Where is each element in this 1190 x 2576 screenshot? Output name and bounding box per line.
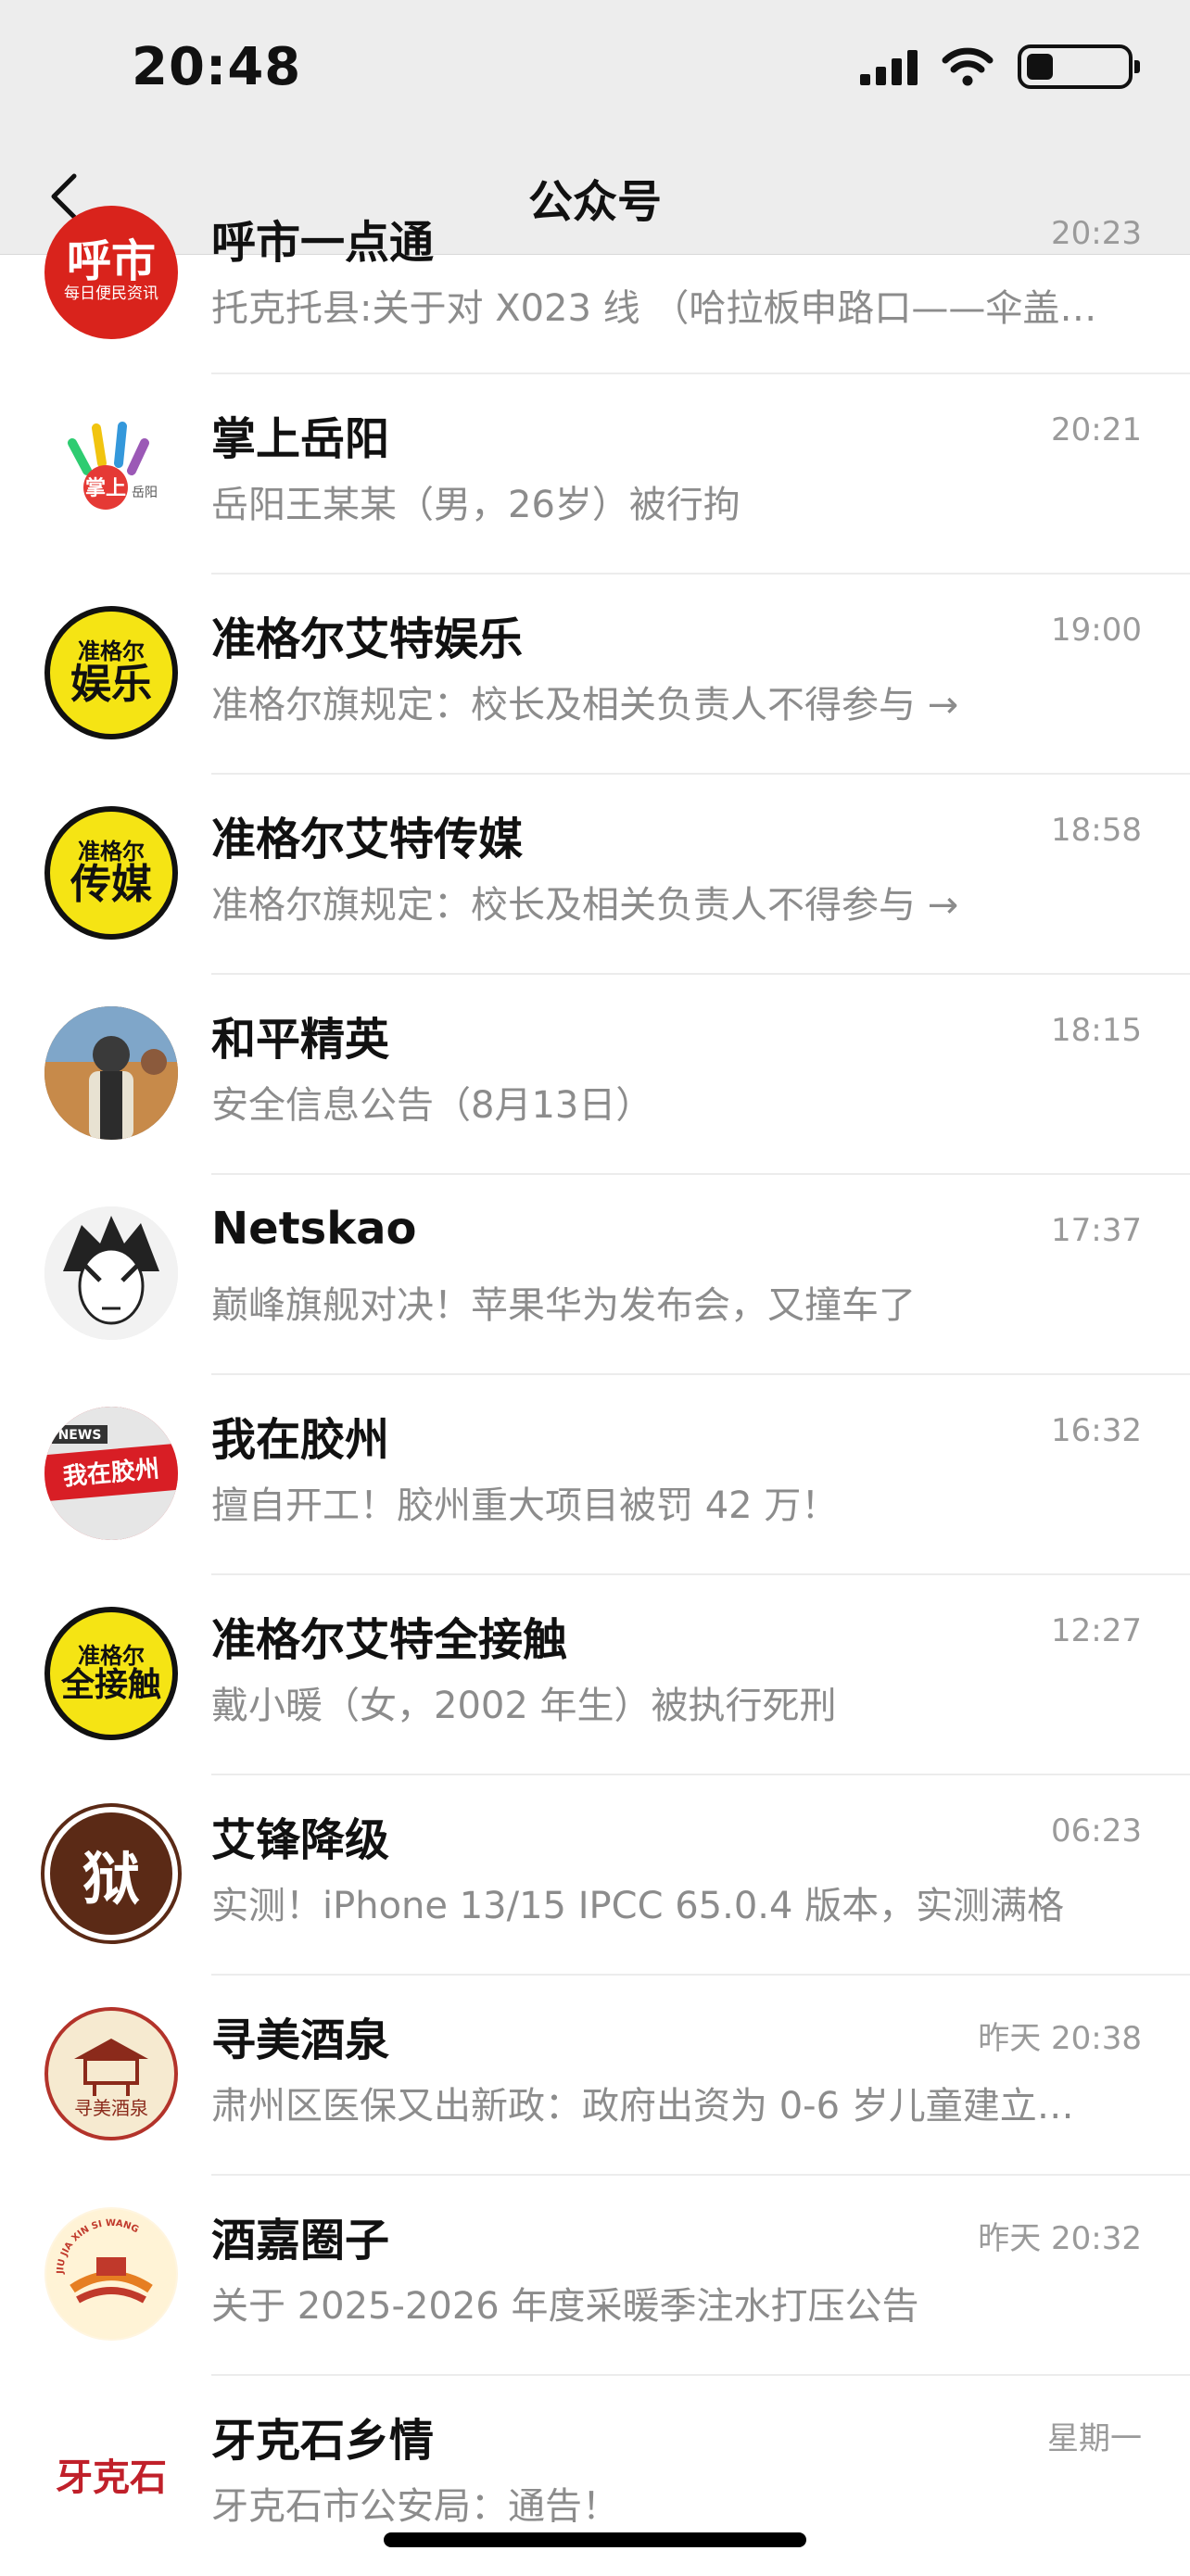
game-character-icon <box>44 1006 178 1140</box>
account-name: Netskao <box>211 1203 417 1255</box>
message-preview: 肃州区医保又出新政：政府出资为 0-6 岁儿童建立… <box>211 2085 1074 2128</box>
avatar <box>44 1006 178 1140</box>
list-item[interactable]: NEWS 我在胶州 我在胶州 16:32 擅自开工！胶州重大项目被罚 42 万！ <box>0 1375 1190 1575</box>
message-time: 18:58 <box>1051 812 1142 849</box>
status-time: 20:48 <box>132 37 302 97</box>
account-name: 掌上岳阳 <box>211 413 390 465</box>
message-preview: 安全信息公告（8月13日） <box>211 1084 653 1127</box>
account-name: 酒嘉圈子 <box>211 2215 390 2267</box>
account-name: 和平精英 <box>211 1014 390 1066</box>
home-indicator[interactable] <box>384 2532 806 2547</box>
account-name: 准格尔艾特娱乐 <box>211 613 524 665</box>
message-preview: 实测！iPhone 13/15 IPCC 65.0.4 版本，实测满格 <box>211 1885 1065 1927</box>
message-preview: 戴小暖（女，2002 年生）被执行死刑 <box>211 1685 837 1727</box>
avatar: 掌上 岳阳 <box>44 406 178 539</box>
avatar: 准格尔 传媒 <box>44 806 178 940</box>
message-time: 19:00 <box>1051 612 1142 649</box>
avatar: NEWS 我在胶州 <box>44 1407 178 1540</box>
list-item[interactable]: 掌上 岳阳 掌上岳阳 20:21 岳阳王某某（男，26岁）被行拘 <box>0 374 1190 575</box>
message-time: 18:15 <box>1051 1012 1142 1049</box>
account-name: 寻美酒泉 <box>211 2014 390 2066</box>
message-time: 20:23 <box>1051 215 1142 252</box>
account-name: 准格尔艾特全接触 <box>211 1614 568 1666</box>
avatar: 狱 <box>44 1807 178 1940</box>
message-time: 16:32 <box>1051 1412 1142 1449</box>
message-preview: 岳阳王某某（男，26岁）被行拘 <box>211 484 741 526</box>
account-name: 牙克石乡情 <box>211 2415 435 2467</box>
avatar: 准格尔 娱乐 <box>44 606 178 739</box>
message-preview: 准格尔旗规定：校长及相关负责人不得参与 → <box>211 884 959 927</box>
status-bar: 20:48 <box>0 0 1190 139</box>
list-item[interactable]: JIU JIA XIN SI WANG 酒嘉圈子 昨天 20:32 关于 202… <box>0 2176 1190 2376</box>
avatar: JIU JIA XIN SI WANG <box>44 2207 178 2341</box>
avatar: 呼市 每日便民资讯 <box>44 206 178 339</box>
great-wall-logo-icon: JIU JIA XIN SI WANG <box>46 2209 176 2339</box>
svg-text:掌上: 掌上 <box>85 477 126 500</box>
message-time: 20:21 <box>1051 411 1142 448</box>
news-logo-icon: NEWS 我在胶州 <box>44 1407 178 1540</box>
avatar: 准格尔 全接触 <box>44 1607 178 1740</box>
avatar <box>44 1206 178 1340</box>
wifi-icon <box>942 47 994 86</box>
message-preview: 准格尔旗规定：校长及相关负责人不得参与 → <box>211 684 959 726</box>
message-preview: 擅自开工！胶州重大项目被罚 42 万！ <box>211 1484 839 1527</box>
list-item[interactable]: 狱 艾锋降级 06:23 实测！iPhone 13/15 IPCC 65.0.4… <box>0 1775 1190 1976</box>
official-accounts-list: 呼市 每日便民资讯 呼市一点通 20:23 托克托县:关于对 X023 线 （哈… <box>0 206 1190 2576</box>
list-item[interactable]: 准格尔 娱乐 准格尔艾特娱乐 19:00 准格尔旗规定：校长及相关负责人不得参与… <box>0 575 1190 775</box>
status-icons <box>860 44 1140 89</box>
message-preview: 托克托县:关于对 X023 线 （哈拉板申路口——伞盖… <box>211 287 1097 330</box>
list-item[interactable]: 准格尔 传媒 准格尔艾特传媒 18:58 准格尔旗规定：校长及相关负责人不得参与… <box>0 775 1190 975</box>
message-time: 昨天 20:32 <box>978 2220 1142 2257</box>
message-preview: 关于 2025-2026 年度采暖季注水打压公告 <box>211 2285 919 2328</box>
list-item[interactable]: 寻美酒泉 寻美酒泉 昨天 20:38 肃州区医保又出新政：政府出资为 0-6 岁… <box>0 1976 1190 2176</box>
list-item[interactable]: 准格尔 全接触 准格尔艾特全接触 12:27 戴小暖（女，2002 年生）被执行… <box>0 1575 1190 1775</box>
account-name: 我在胶州 <box>211 1414 390 1466</box>
avatar: 牙克石 <box>44 2407 178 2541</box>
account-name: 艾锋降级 <box>211 1814 390 1866</box>
message-preview: 牙克石市公安局：通告！ <box>211 2485 619 2528</box>
message-time: 12:27 <box>1051 1612 1142 1649</box>
pavilion-logo-icon: 寻美酒泉 <box>74 2039 148 2119</box>
avatar: 寻美酒泉 <box>44 2007 178 2140</box>
list-item[interactable]: Netskao 17:37 巅峰旗舰对决！苹果华为发布会，又撞车了 <box>0 1175 1190 1375</box>
list-item[interactable]: 呼市 每日便民资讯 呼市一点通 20:23 托克托县:关于对 X023 线 （哈… <box>0 206 1190 374</box>
account-name: 准格尔艾特传媒 <box>211 814 524 865</box>
list-item[interactable]: 和平精英 18:15 安全信息公告（8月13日） <box>0 975 1190 1175</box>
svg-text:NEWS: NEWS <box>58 1428 102 1443</box>
message-time: 17:37 <box>1051 1212 1142 1249</box>
manga-face-icon <box>44 1206 178 1340</box>
svg-text:寻美酒泉: 寻美酒泉 <box>74 2097 148 2119</box>
account-name: 呼市一点通 <box>211 217 435 269</box>
message-preview: 巅峰旗舰对决！苹果华为发布会，又撞车了 <box>211 1284 916 1327</box>
battery-icon <box>1018 44 1140 89</box>
hand-logo-icon: 掌上 岳阳 <box>68 422 158 510</box>
message-time: 06:23 <box>1051 1812 1142 1850</box>
svg-text:岳阳: 岳阳 <box>132 486 158 500</box>
message-time: 昨天 20:38 <box>978 2020 1142 2057</box>
message-time: 星期一 <box>1047 2420 1142 2457</box>
cellular-signal-icon <box>860 48 918 85</box>
